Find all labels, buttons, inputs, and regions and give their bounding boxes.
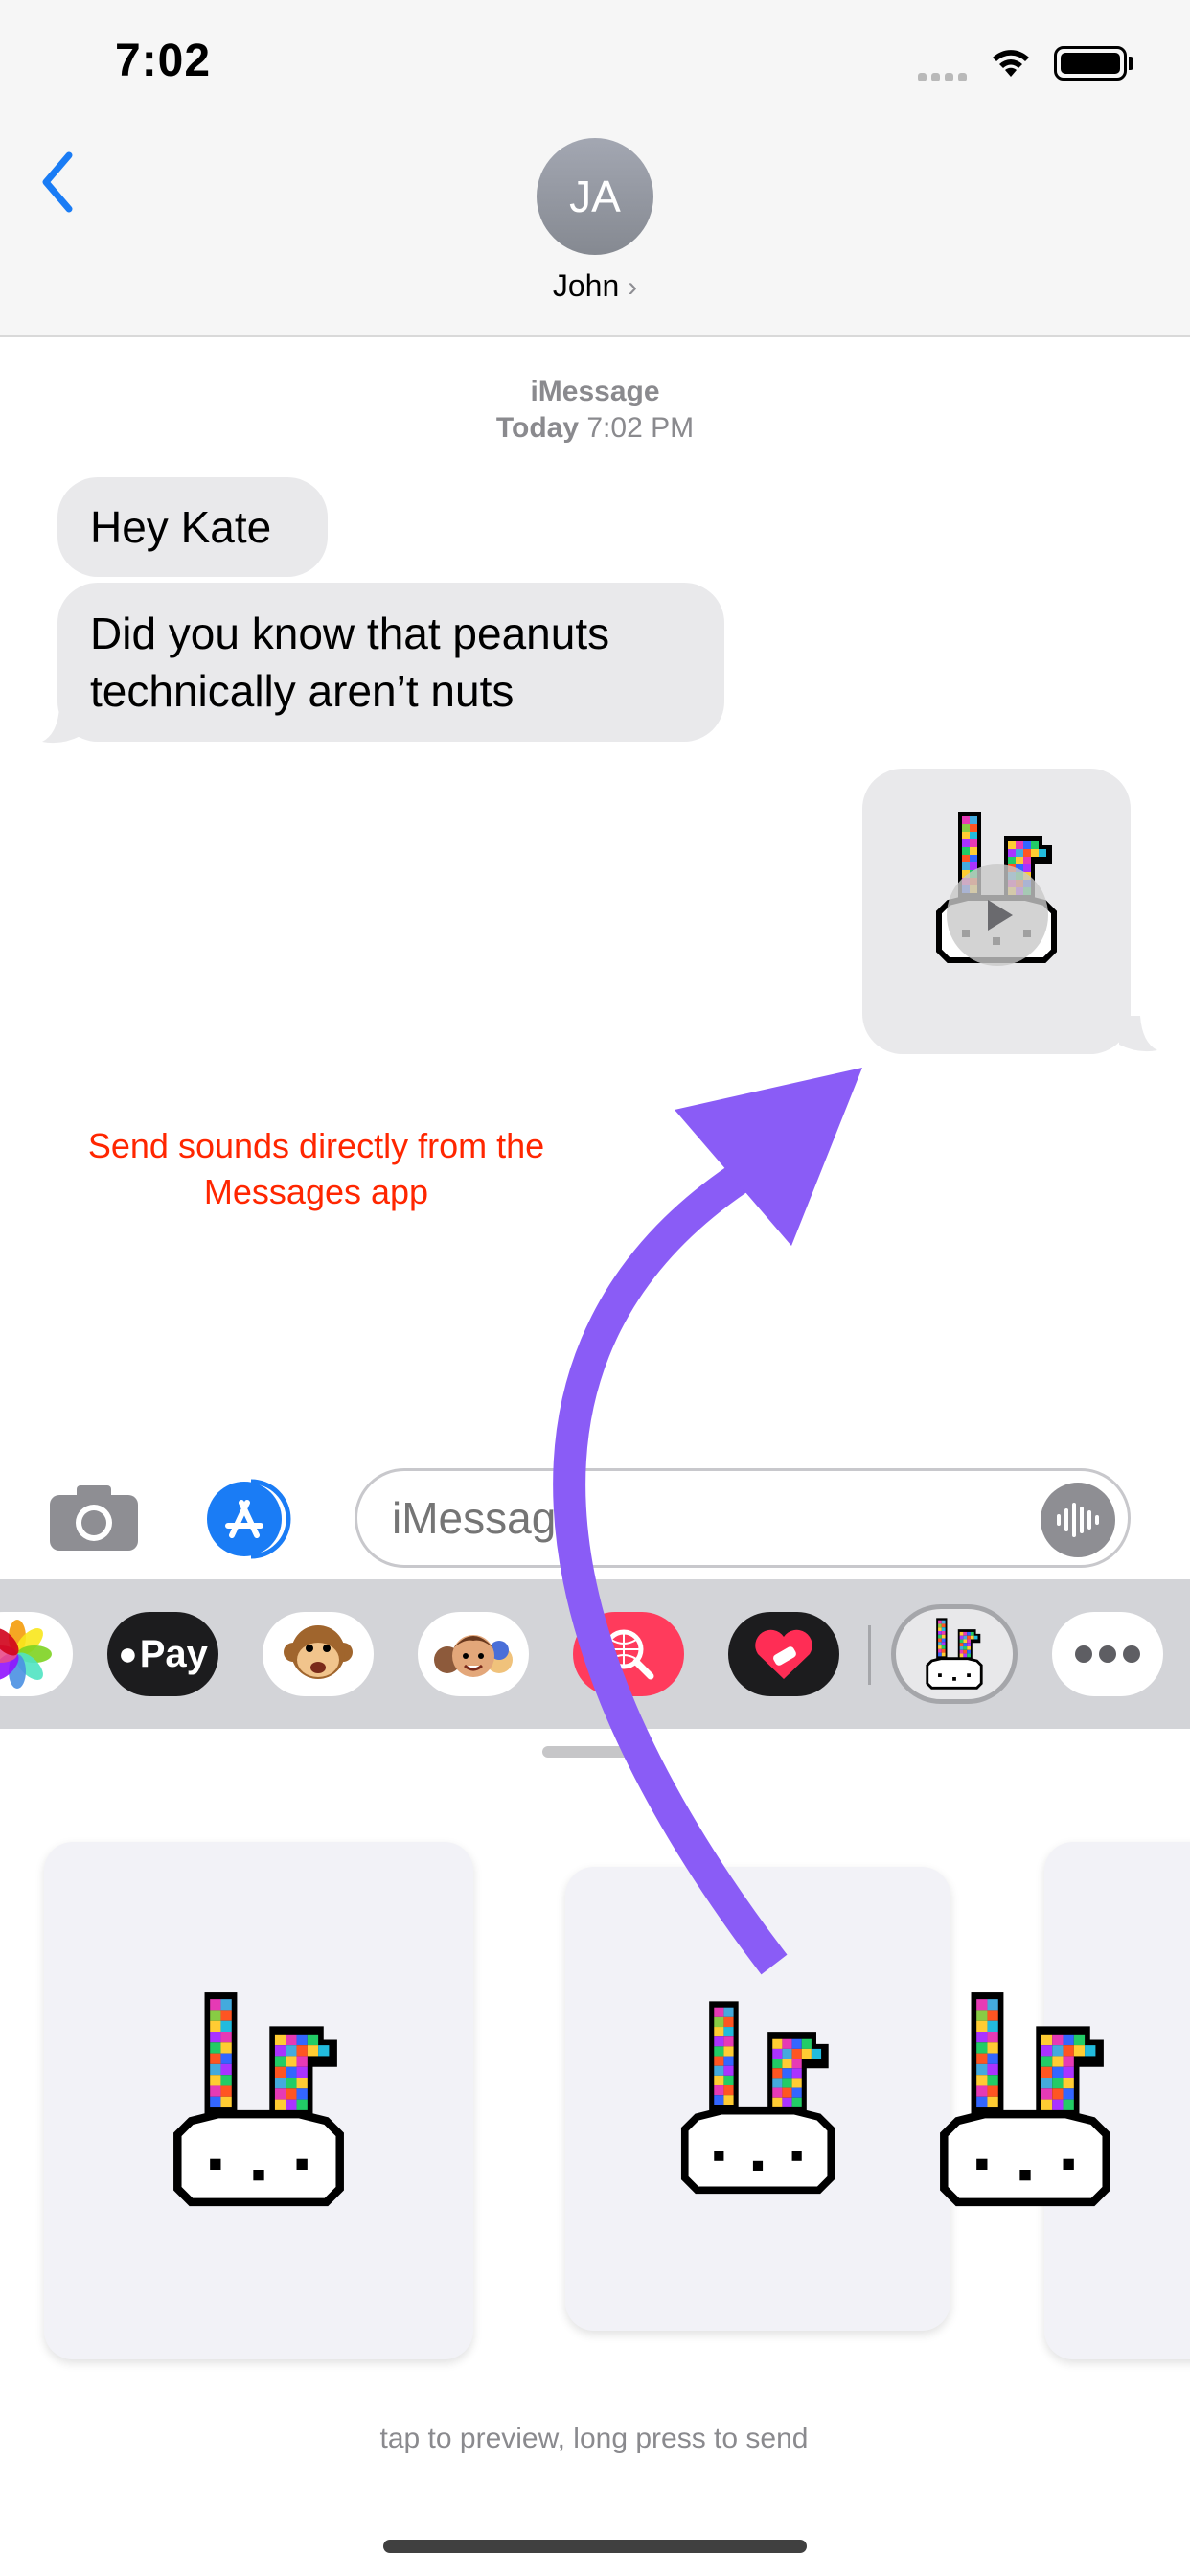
apple-logo-icon: ● [118,1635,138,1672]
sticker-card[interactable] [44,1842,473,2359]
contact-name-button[interactable]: John › [460,268,730,304]
pixel-bunny-icon [163,1986,355,2216]
thread-service-label: iMessage [530,376,660,407]
message-input[interactable] [355,1468,1131,1568]
animoji-app-button[interactable] [263,1612,374,1696]
battery-cap [1129,57,1133,70]
thread-date: Today [495,412,580,444]
thread-timestamp: Today 7:02 PM [403,412,787,445]
sticker-panel-hint: tap to preview, long press to send [379,2423,809,2454]
contact-name: John [552,268,620,303]
promo-caption: Send sounds directly from the Messages a… [87,1126,545,1211]
camera-button[interactable] [48,1484,140,1552]
chevron-right-icon: › [628,271,638,303]
app-store-icon [207,1479,291,1559]
play-icon [988,900,1013,931]
status-time: 7:02 [115,35,212,86]
image-search-app-button[interactable] [573,1612,684,1696]
app-store-button[interactable] [201,1476,303,1562]
sound-waveform-graphic [126,1279,528,1356]
sticker-card[interactable] [1044,1842,1190,2359]
sticker-card[interactable] [565,1867,950,2331]
pixel-bunny-icon [929,1986,1121,2216]
home-indicator[interactable] [383,2540,807,2553]
bunny-sounds-app-button[interactable] [891,1604,1018,1704]
apple-pay-app-button[interactable]: ● Pay [107,1612,218,1696]
battery-icon [1054,46,1127,80]
drawer-divider [868,1625,871,1685]
globe-search-icon [604,1629,654,1680]
pixel-bunny-icon [672,1995,844,2202]
chevron-left-icon [42,151,73,213]
incoming-message-bubble[interactable]: Did you know that peanuts technically ar… [57,583,724,742]
bubble-tail [1119,1016,1157,1052]
audio-message-button[interactable] [1041,1483,1115,1557]
memoji-icon [434,1635,513,1677]
monkey-icon [284,1625,353,1679]
memoji-app-button[interactable] [418,1612,529,1696]
panel-grabber[interactable] [542,1746,648,1758]
message-text: Did you know that peanuts technically ar… [90,609,610,716]
waveform-icon [1057,1503,1099,1537]
bubble-tail [42,707,80,744]
wifi-icon [993,50,1029,77]
cellular-signal-icon [918,69,972,86]
pixel-bunny-icon [926,1616,983,1690]
more-apps-button[interactable] [1052,1612,1163,1696]
photos-app-icon [0,1620,52,1689]
heart-sticker-app-button[interactable] [728,1612,839,1696]
incoming-message-bubble[interactable]: Hey Kate [57,477,328,577]
contact-avatar[interactable]: JA [537,138,653,255]
message-text: Hey Kate [90,502,272,552]
play-sound-button[interactable] [947,864,1048,966]
heart-icon [755,1629,812,1679]
back-button[interactable] [29,144,86,220]
thread-time: 7:02 PM [586,412,695,444]
camera-icon [50,1485,138,1551]
ellipsis-icon [1075,1645,1140,1663]
apple-pay-label: Pay [139,1632,208,1675]
